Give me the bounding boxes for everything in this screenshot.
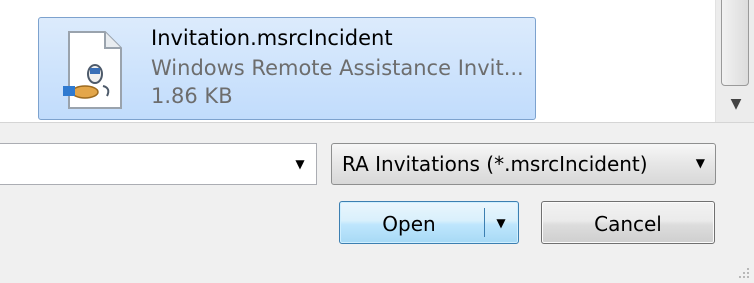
open-options-arrow-icon[interactable]: ▼ <box>490 214 512 232</box>
file-type-filter-dropdown[interactable]: RA Invitations (*.msrcIncident) ▼ <box>331 143 716 185</box>
cancel-button[interactable]: Cancel <box>541 201 715 244</box>
scrollbar-thumb[interactable] <box>721 0 749 86</box>
file-name-combobox[interactable]: ▼ <box>0 143 317 185</box>
chevron-down-icon[interactable]: ▼ <box>696 156 705 170</box>
file-item-selected[interactable]: Invitation.msrcIncident Windows Remote A… <box>38 17 536 120</box>
dialog-bottom-panel: ▼ RA Invitations (*.msrcIncident) ▼ Open… <box>0 122 754 283</box>
scroll-down-arrow-icon[interactable]: ▼ <box>728 97 744 111</box>
resize-grip-icon[interactable] <box>736 265 750 279</box>
open-button[interactable]: Open <box>340 212 478 236</box>
vertical-scrollbar[interactable]: ▼ <box>715 0 754 122</box>
remote-assistance-invitation-file-icon <box>59 30 127 110</box>
file-type-label: Windows Remote Assistance Invit... <box>151 56 524 80</box>
file-size-label: 1.86 KB <box>151 84 233 108</box>
chevron-down-icon[interactable]: ▼ <box>292 156 308 172</box>
cancel-button-label: Cancel <box>594 212 662 236</box>
open-split-button[interactable]: Open ▼ <box>339 201 519 244</box>
file-list-pane: Invitation.msrcIncident Windows Remote A… <box>0 0 754 122</box>
file-name-label: Invitation.msrcIncident <box>151 26 393 50</box>
split-divider <box>484 208 485 237</box>
file-type-filter-label: RA Invitations (*.msrcIncident) <box>342 152 648 176</box>
